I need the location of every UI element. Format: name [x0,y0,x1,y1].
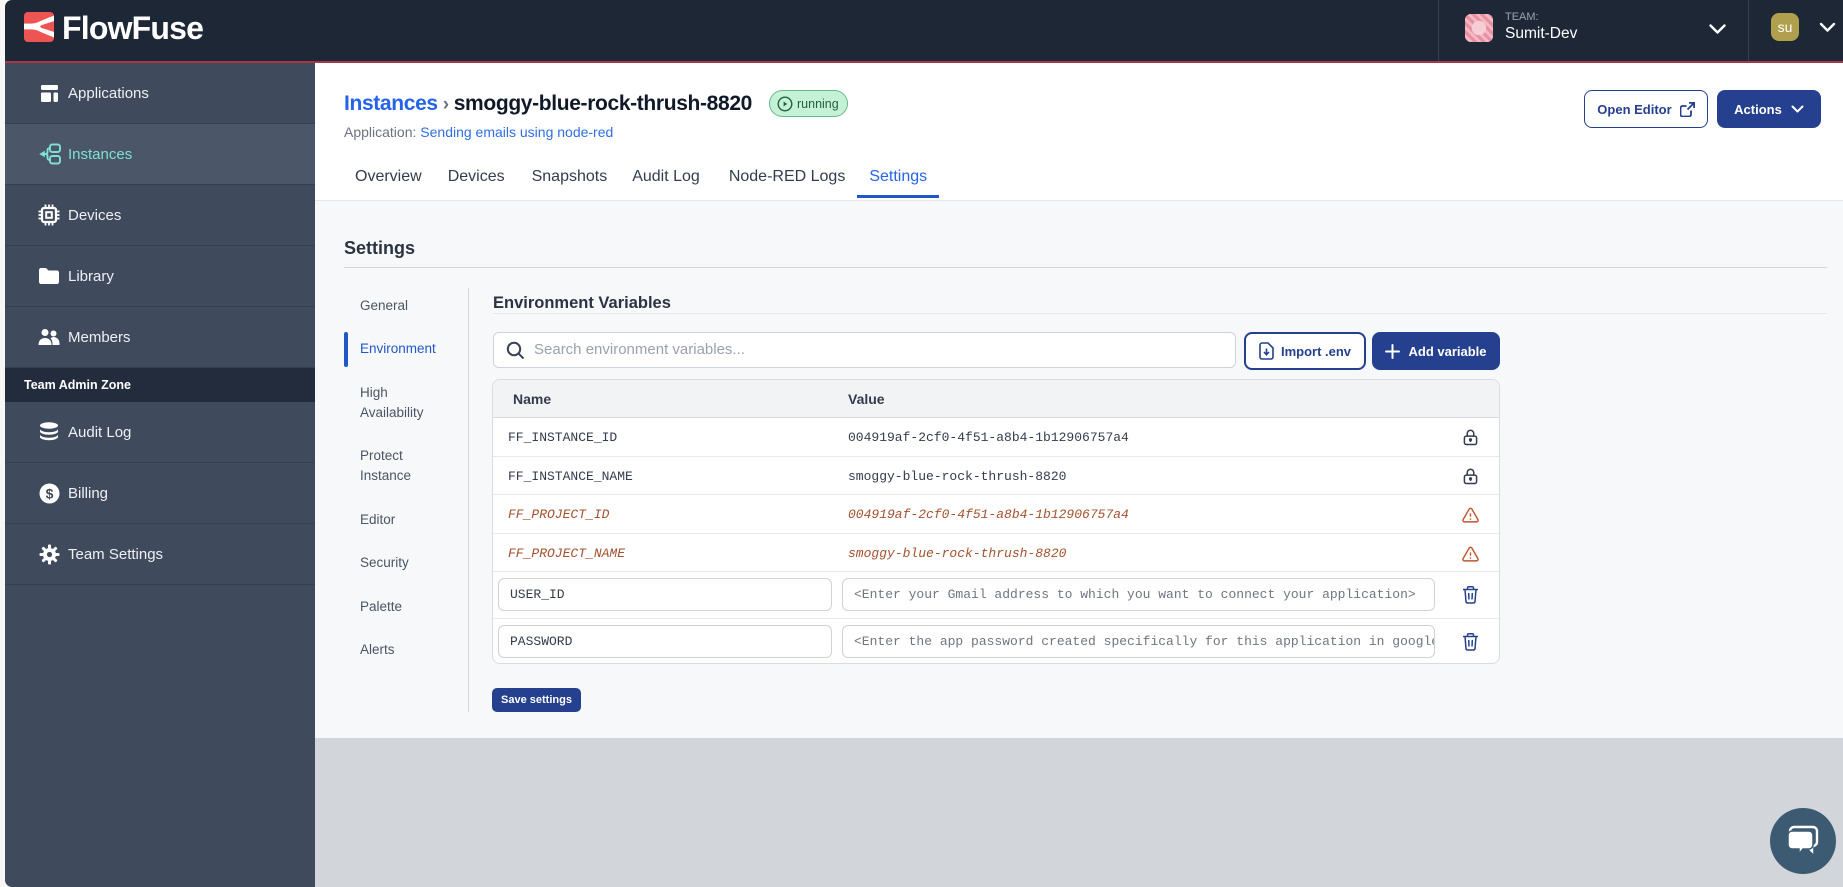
svg-text:$: $ [45,485,53,501]
